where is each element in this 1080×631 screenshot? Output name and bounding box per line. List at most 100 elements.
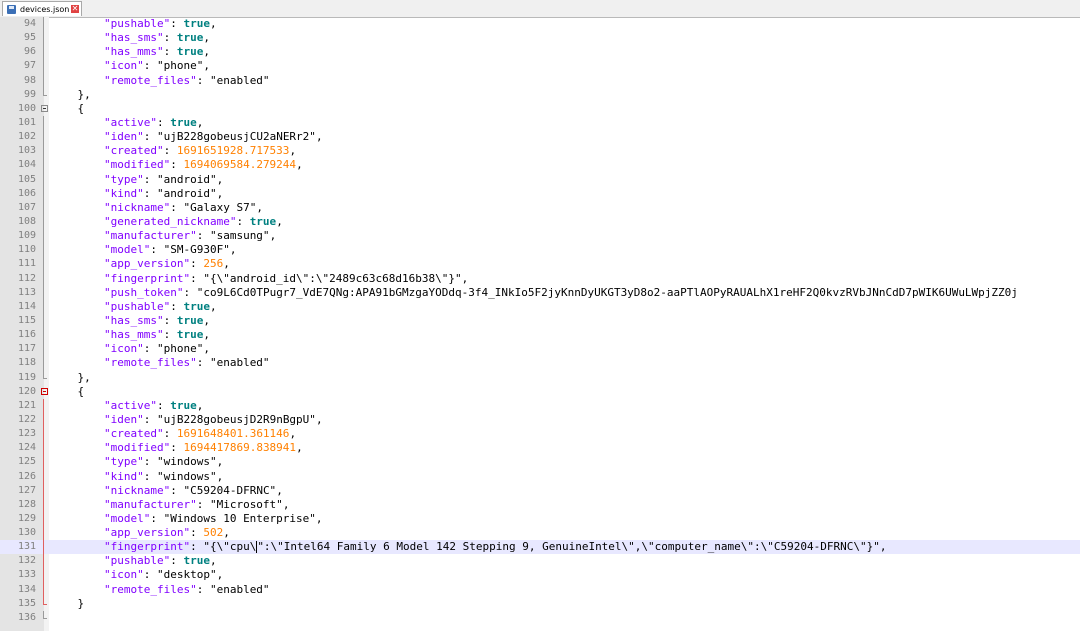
code-token: , xyxy=(276,483,283,497)
code-line[interactable]: 110 "model": "SM-G930F", xyxy=(0,243,1080,258)
fold-guide xyxy=(40,285,48,300)
code-line[interactable]: 131 "fingerprint": "{\"cpu\":\"Intel64 F… xyxy=(0,540,1080,555)
code-line[interactable]: 124 "modified": 1694417869.838941, xyxy=(0,441,1080,456)
fold-guide xyxy=(40,455,48,470)
code-token: "push_token" xyxy=(103,285,184,299)
code-line[interactable]: 112 "fingerprint": "{\"android_id\":\"24… xyxy=(0,271,1080,286)
code-line[interactable]: 121 "active": true, xyxy=(0,398,1080,413)
code-text: { xyxy=(51,385,84,399)
fold-guide xyxy=(40,610,48,625)
code-line[interactable]: 108 "generated_nickname": true, xyxy=(0,214,1080,230)
code-token: ":\"Intel64 Family 6 Model 142 Stepping … xyxy=(257,540,880,554)
code-token: "icon" xyxy=(103,342,144,356)
code-token: , xyxy=(289,427,297,441)
code-line[interactable]: 99 }, xyxy=(0,87,1080,102)
code-line[interactable]: 126 "kind": "windows", xyxy=(0,469,1080,484)
code-token: "pushable" xyxy=(103,17,171,30)
code-line[interactable]: 114 "pushable": true, xyxy=(0,299,1080,314)
code-token: , xyxy=(269,229,277,243)
line-number: 111 xyxy=(17,258,36,270)
code-line[interactable]: 133 "icon": "desktop", xyxy=(0,568,1080,583)
close-icon[interactable]: ✕ xyxy=(71,5,79,13)
code-line[interactable]: 120 { xyxy=(0,385,1080,399)
fold-guide xyxy=(40,511,48,527)
code-token: : xyxy=(190,526,204,540)
fold-guide xyxy=(40,540,48,555)
code-token: : xyxy=(196,356,210,370)
code-text: "iden": "ujB228gobeusjCU2aNERr2", xyxy=(51,130,323,144)
code-token: : xyxy=(196,582,210,596)
code-text: "push_token": "co9L6Cd0TPugr7_VdE7QNg:AP… xyxy=(51,286,1018,300)
code-token: "enabled" xyxy=(209,582,270,596)
code-token: true xyxy=(176,45,204,59)
code-line[interactable]: 117 "icon": "phone", xyxy=(0,342,1080,357)
line-number: 132 xyxy=(17,555,36,567)
code-line[interactable]: 94 "pushable": true, xyxy=(0,17,1080,32)
code-line[interactable]: 118 "remote_files": "enabled" xyxy=(0,356,1080,371)
code-token: "created" xyxy=(103,144,164,158)
fold-guide xyxy=(40,243,48,258)
code-line[interactable]: 119 }, xyxy=(0,370,1080,385)
code-line[interactable]: 102 "iden": "ujB228gobeusjCU2aNERr2", xyxy=(0,130,1080,145)
code-line[interactable]: 129 "model": "Windows 10 Enterprise", xyxy=(0,511,1080,527)
code-text: "generated_nickname": true, xyxy=(51,215,283,229)
code-line[interactable]: 107 "nickname": "Galaxy S7", xyxy=(0,200,1080,215)
code-line[interactable]: 113 "push_token": "co9L6Cd0TPugr7_VdE7QN… xyxy=(0,285,1080,300)
line-number: 129 xyxy=(17,512,36,524)
line-number: 98 xyxy=(23,74,36,86)
code-token: true xyxy=(176,328,204,342)
code-line[interactable]: 103 "created": 1691651928.717533, xyxy=(0,144,1080,159)
code-line[interactable]: 111 "app_version": 256, xyxy=(0,257,1080,272)
code-line[interactable]: 122 "iden": "ujB228gobeusjD2R9nBgpU", xyxy=(0,412,1080,428)
code-line[interactable]: 116 "has_mms": true, xyxy=(0,328,1080,343)
code-line[interactable]: 123 "created": 1691648401.361146, xyxy=(0,427,1080,442)
code-line[interactable]: 97 "icon": "phone", xyxy=(0,59,1080,74)
code-token: : xyxy=(196,229,210,243)
code-line[interactable]: 105 "type": "android", xyxy=(0,172,1080,187)
code-token: : xyxy=(190,257,204,271)
code-line[interactable]: 134 "remote_files": "enabled" xyxy=(0,582,1080,597)
code-line[interactable]: 130 "app_version": 502, xyxy=(0,526,1080,541)
code-line[interactable]: 115 "has_sms": true, xyxy=(0,313,1080,329)
code-token: 256 xyxy=(203,257,224,271)
code-line[interactable]: 96 "has_mms": true, xyxy=(0,45,1080,60)
code-line[interactable]: 135 } xyxy=(0,596,1080,611)
code-text: } xyxy=(51,597,84,611)
fold-toggle-icon[interactable] xyxy=(41,104,48,112)
code-token: "active" xyxy=(103,398,157,412)
code-token: "fingerprint" xyxy=(103,271,191,285)
code-line[interactable]: 95 "has_sms": true, xyxy=(0,31,1080,46)
code-line[interactable]: 125 "type": "windows", xyxy=(0,455,1080,470)
code-line[interactable]: 100 { xyxy=(0,102,1080,116)
code-line[interactable]: 106 "kind": "android", xyxy=(0,186,1080,201)
code-line[interactable]: 127 "nickname": "C59204-DFRNC", xyxy=(0,483,1080,498)
code-token: : xyxy=(150,511,164,525)
code-line[interactable]: 104 "modified": 1694069584.279244, xyxy=(0,158,1080,173)
code-token: "{\"android_id\":\"2489c63c68d16b38\"}" xyxy=(203,271,462,285)
code-line[interactable]: 128 "manufacturer": "Microsoft", xyxy=(0,497,1080,512)
code-line[interactable]: 136 xyxy=(0,610,1080,625)
code-token: "model" xyxy=(103,243,151,257)
code-text: "remote_files": "enabled" xyxy=(51,583,270,597)
code-line[interactable]: 101 "active": true, xyxy=(0,115,1080,131)
line-number: 97 xyxy=(23,60,36,72)
code-line[interactable]: 109 "manufacturer": "samsung", xyxy=(0,229,1080,244)
code-line[interactable]: 132 "pushable": true, xyxy=(0,554,1080,569)
code-line[interactable]: 98 "remote_files": "enabled" xyxy=(0,73,1080,88)
code-editor[interactable]: 94 "pushable": true, 95 "has_sms": true, 9… xyxy=(0,17,1080,631)
file-tab[interactable]: devices.json ✕ xyxy=(2,1,82,16)
fold-toggle-icon[interactable] xyxy=(41,387,48,395)
line-number: 101 xyxy=(17,116,36,128)
line-number: 124 xyxy=(17,442,36,454)
line-number: 128 xyxy=(17,498,36,510)
